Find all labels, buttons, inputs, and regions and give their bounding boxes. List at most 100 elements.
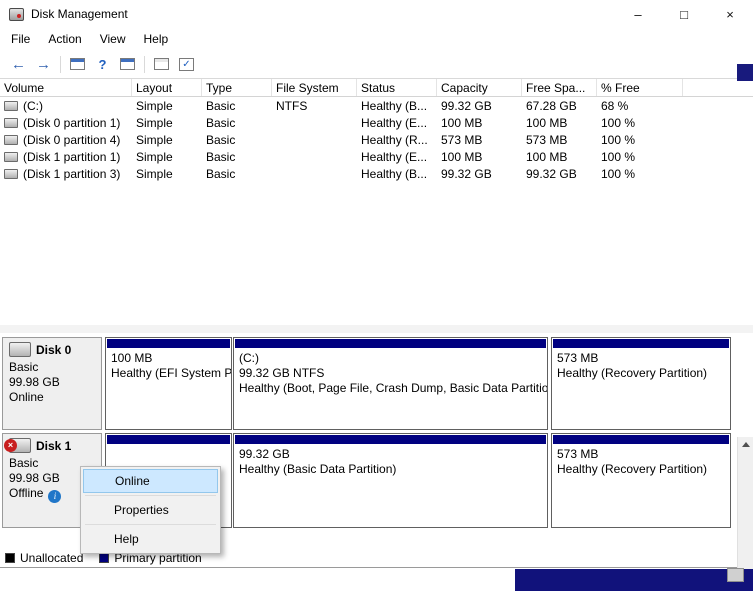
menu-view[interactable]: View (91, 29, 135, 49)
volume-type: Basic (202, 133, 272, 147)
volume-pct-free: 100 % (597, 116, 683, 130)
partition-status: Healthy (Basic Data Partition) (239, 462, 542, 477)
properties-window-icon (120, 58, 135, 70)
volume-row-c[interactable]: (C:) Simple Basic NTFS Healthy (B... 99.… (0, 97, 753, 114)
menu-action[interactable]: Action (39, 29, 90, 49)
toolbar-separator-2 (144, 56, 145, 73)
partition-status: Healthy (Recovery Partition) (557, 462, 725, 477)
volume-capacity: 573 MB (437, 133, 522, 147)
toolbar-separator (60, 56, 61, 73)
window-title: Disk Management (31, 7, 128, 21)
volume-layout: Simple (132, 150, 202, 164)
disk0-partition-efi[interactable]: 100 MB Healthy (EFI System Partition) (105, 337, 232, 430)
column-header-pct-free[interactable]: % Free (597, 79, 683, 96)
column-header-file-system[interactable]: File System (272, 79, 357, 96)
volume-capacity: 99.32 GB (437, 167, 522, 181)
close-button[interactable]: × (707, 0, 753, 28)
help-button[interactable]: ? (90, 52, 115, 76)
volume-list-pane: Volume Layout Type File System Status Ca… (0, 79, 753, 325)
volume-file-system: NTFS (272, 99, 357, 113)
disk0-label[interactable]: Disk 0 Basic 99.98 GB Online (2, 337, 102, 430)
background-window-fragment (737, 64, 753, 81)
background-window-strip (515, 569, 753, 591)
volume-table-header: Volume Layout Type File System Status Ca… (0, 79, 753, 97)
legend-label: Unallocated (20, 551, 83, 565)
disk-status: Online (9, 390, 95, 405)
volume-row-disk0-part4[interactable]: (Disk 0 partition 4) Simple Basic Health… (0, 131, 753, 148)
volume-free-space: 573 MB (522, 133, 597, 147)
volume-capacity: 100 MB (437, 116, 522, 130)
unallocated-color-swatch (5, 553, 15, 563)
volume-row-disk1-part3[interactable]: (Disk 1 partition 3) Simple Basic Health… (0, 165, 753, 182)
volume-status: Healthy (B... (357, 167, 437, 181)
properties-window-button[interactable] (115, 52, 140, 76)
column-header-volume[interactable]: Volume (0, 79, 132, 96)
menubar: File Action View Help (0, 28, 753, 50)
volume-icon (4, 169, 18, 179)
column-header-capacity[interactable]: Capacity (437, 79, 522, 96)
context-menu: Online Properties Help (80, 466, 221, 554)
pane-splitter[interactable] (0, 325, 753, 333)
context-menu-online[interactable]: Online (83, 469, 218, 493)
column-header-status[interactable]: Status (357, 79, 437, 96)
vertical-scrollbar[interactable] (737, 437, 753, 569)
app-icon (9, 8, 24, 21)
background-bottom-area (0, 569, 515, 591)
volume-capacity: 100 MB (437, 150, 522, 164)
forward-icon: → (36, 57, 51, 72)
partition-size: 573 MB (557, 447, 725, 462)
disk-status: Offline (9, 486, 43, 500)
partition-color-band (553, 339, 729, 348)
partition-size: 99.32 GB NTFS (239, 366, 542, 381)
volume-free-space: 100 MB (522, 116, 597, 130)
volume-free-space: 100 MB (522, 150, 597, 164)
disk-name: Disk 0 (36, 343, 71, 357)
column-header-layout[interactable]: Layout (132, 79, 202, 96)
volume-row-disk0-part1[interactable]: (Disk 0 partition 1) Simple Basic Health… (0, 114, 753, 131)
partition-status: Healthy (Recovery Partition) (557, 366, 725, 381)
partition-size: 573 MB (557, 351, 725, 366)
scroll-up-icon (742, 442, 750, 447)
context-menu-separator (85, 495, 216, 496)
volume-row-disk1-part1[interactable]: (Disk 1 partition 1) Simple Basic Health… (0, 148, 753, 165)
dialog-button[interactable] (149, 52, 174, 76)
volume-free-space: 67.28 GB (522, 99, 597, 113)
volume-layout: Simple (132, 133, 202, 147)
menu-file[interactable]: File (2, 29, 39, 49)
disk-type: Basic (9, 360, 95, 375)
context-menu-properties[interactable]: Properties (83, 498, 218, 522)
scroll-up-button[interactable] (738, 437, 753, 452)
console-window-button[interactable] (65, 52, 90, 76)
help-icon: ? (99, 58, 107, 71)
column-header-free-space[interactable]: Free Spa... (522, 79, 597, 96)
window-controls: – □ × (615, 0, 753, 28)
background-gray-square (727, 568, 744, 582)
partition-color-band (107, 339, 230, 348)
volume-name: (Disk 0 partition 1) (23, 116, 120, 130)
volume-pct-free: 68 % (597, 99, 683, 113)
context-menu-help[interactable]: Help (83, 527, 218, 551)
disk-info-icon[interactable]: i (48, 490, 61, 503)
disk0-partition-c[interactable]: (C:) 99.32 GB NTFS Healthy (Boot, Page F… (233, 337, 548, 430)
titlebar: Disk Management – □ × (0, 0, 753, 28)
volume-status: Healthy (B... (357, 99, 437, 113)
volume-name: (Disk 1 partition 1) (23, 150, 120, 164)
volume-icon (4, 135, 18, 145)
minimize-button[interactable]: – (615, 0, 661, 28)
back-button[interactable]: ← (6, 52, 31, 76)
disk-error-icon: × (4, 439, 17, 452)
volume-name: (C:) (23, 99, 43, 113)
action-pane-button[interactable]: ✓ (174, 52, 199, 76)
disk1-partition-recovery[interactable]: 573 MB Healthy (Recovery Partition) (551, 433, 731, 528)
column-header-type[interactable]: Type (202, 79, 272, 96)
action-pane-icon: ✓ (179, 58, 194, 71)
disk-management-window: Disk Management – □ × File Action View H… (0, 0, 753, 591)
partition-title: (C:) (239, 351, 542, 366)
menu-help[interactable]: Help (135, 29, 178, 49)
disk0-partition-recovery[interactable]: 573 MB Healthy (Recovery Partition) (551, 337, 731, 430)
maximize-button[interactable]: □ (661, 0, 707, 28)
disk1-partition-data[interactable]: 99.32 GB Healthy (Basic Data Partition) (233, 433, 548, 528)
partition-size: 100 MB (111, 351, 226, 366)
partition-status: Healthy (EFI System Partition) (111, 366, 226, 381)
forward-button[interactable]: → (31, 52, 56, 76)
